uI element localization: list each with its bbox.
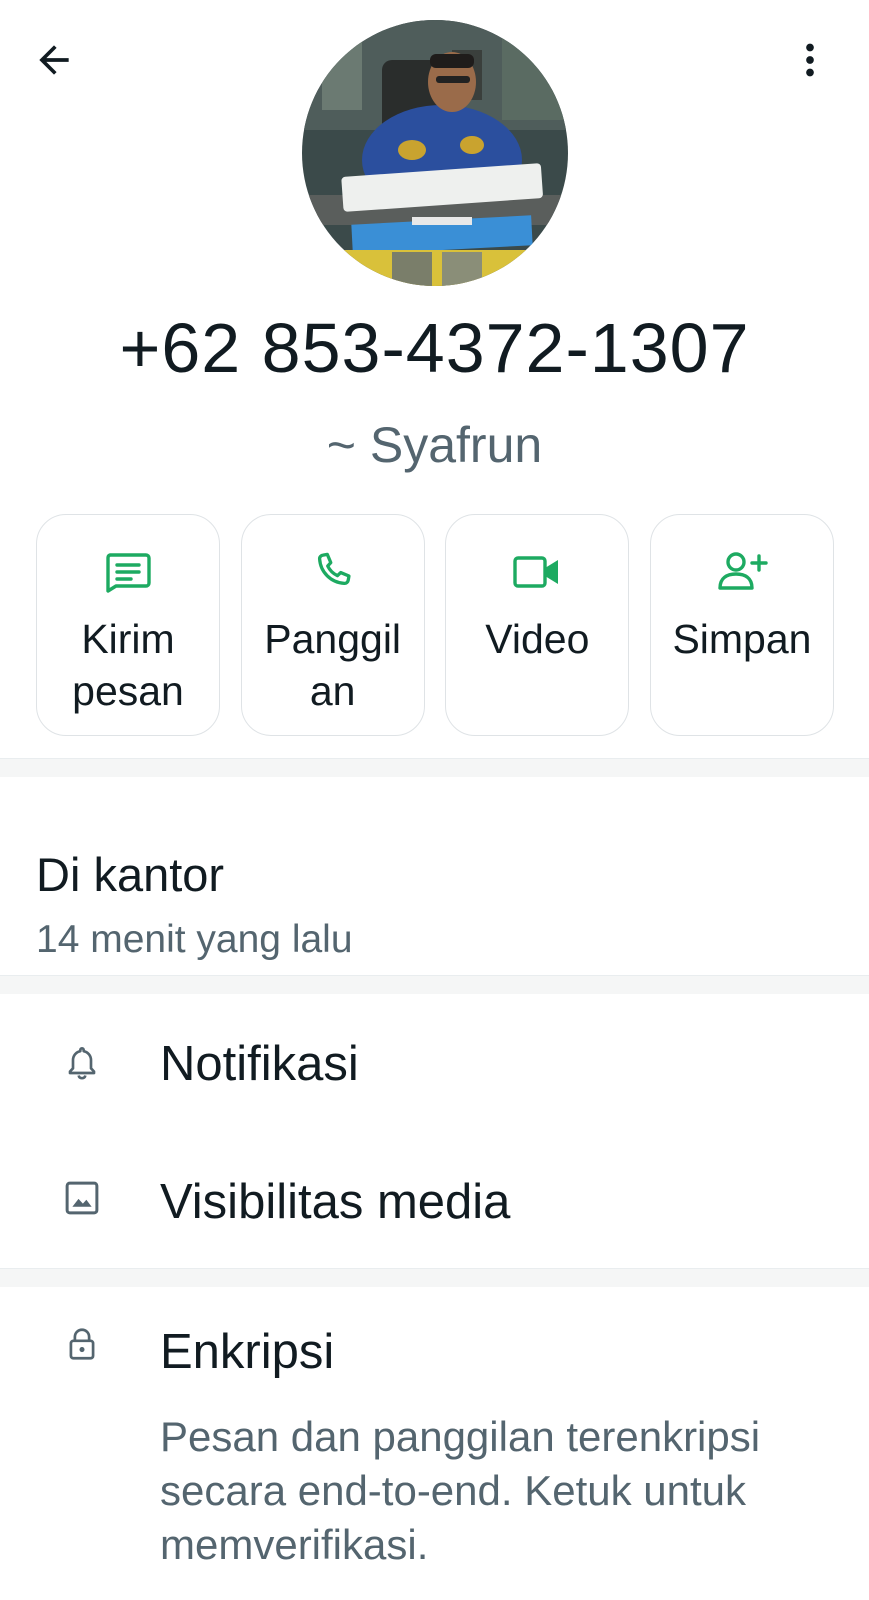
image-icon (54, 1170, 110, 1226)
action-buttons: Kirim pesan Panggil an Video Simpan (36, 514, 834, 738)
phone-icon (306, 545, 360, 599)
back-button[interactable] (24, 30, 84, 90)
send-message-button[interactable]: Kirim pesan (36, 514, 220, 736)
section-divider (0, 1268, 869, 1287)
more-options-button[interactable] (790, 30, 830, 90)
encryption-description: Pesan dan panggilan terenkripsi secara e… (160, 1413, 761, 1568)
media-visibility-item[interactable]: Visibilitas media (160, 1168, 510, 1236)
lock-icon (54, 1316, 110, 1372)
about-status[interactable]: Di kantor (36, 842, 224, 908)
more-vertical-icon (806, 43, 814, 77)
call-label: Panggil an (264, 616, 402, 714)
video-call-button[interactable]: Video (445, 514, 630, 736)
message-icon (101, 545, 155, 599)
encryption-title[interactable]: Enkripsi (160, 1318, 334, 1386)
add-contact-icon (715, 545, 769, 599)
video-icon (510, 545, 564, 599)
send-message-label: Kirim pesan (72, 616, 184, 714)
bell-icon (54, 1035, 110, 1091)
save-contact-label: Simpan (672, 616, 812, 662)
about-timestamp: 14 menit yang lalu (36, 918, 353, 961)
arrow-left-icon (39, 45, 69, 75)
profile-avatar[interactable] (302, 20, 568, 286)
section-divider (0, 975, 869, 994)
contact-phone-number: +62 853-4372-1307 (119, 309, 750, 387)
call-button[interactable]: Panggil an (240, 514, 425, 736)
video-call-label: Video (485, 616, 590, 662)
save-contact-button[interactable]: Simpan (649, 514, 834, 736)
avatar-photo (302, 20, 568, 286)
contact-name: ~ Syafrun (326, 417, 543, 473)
section-divider (0, 758, 869, 777)
notifications-item[interactable]: Notifikasi (160, 1030, 359, 1098)
